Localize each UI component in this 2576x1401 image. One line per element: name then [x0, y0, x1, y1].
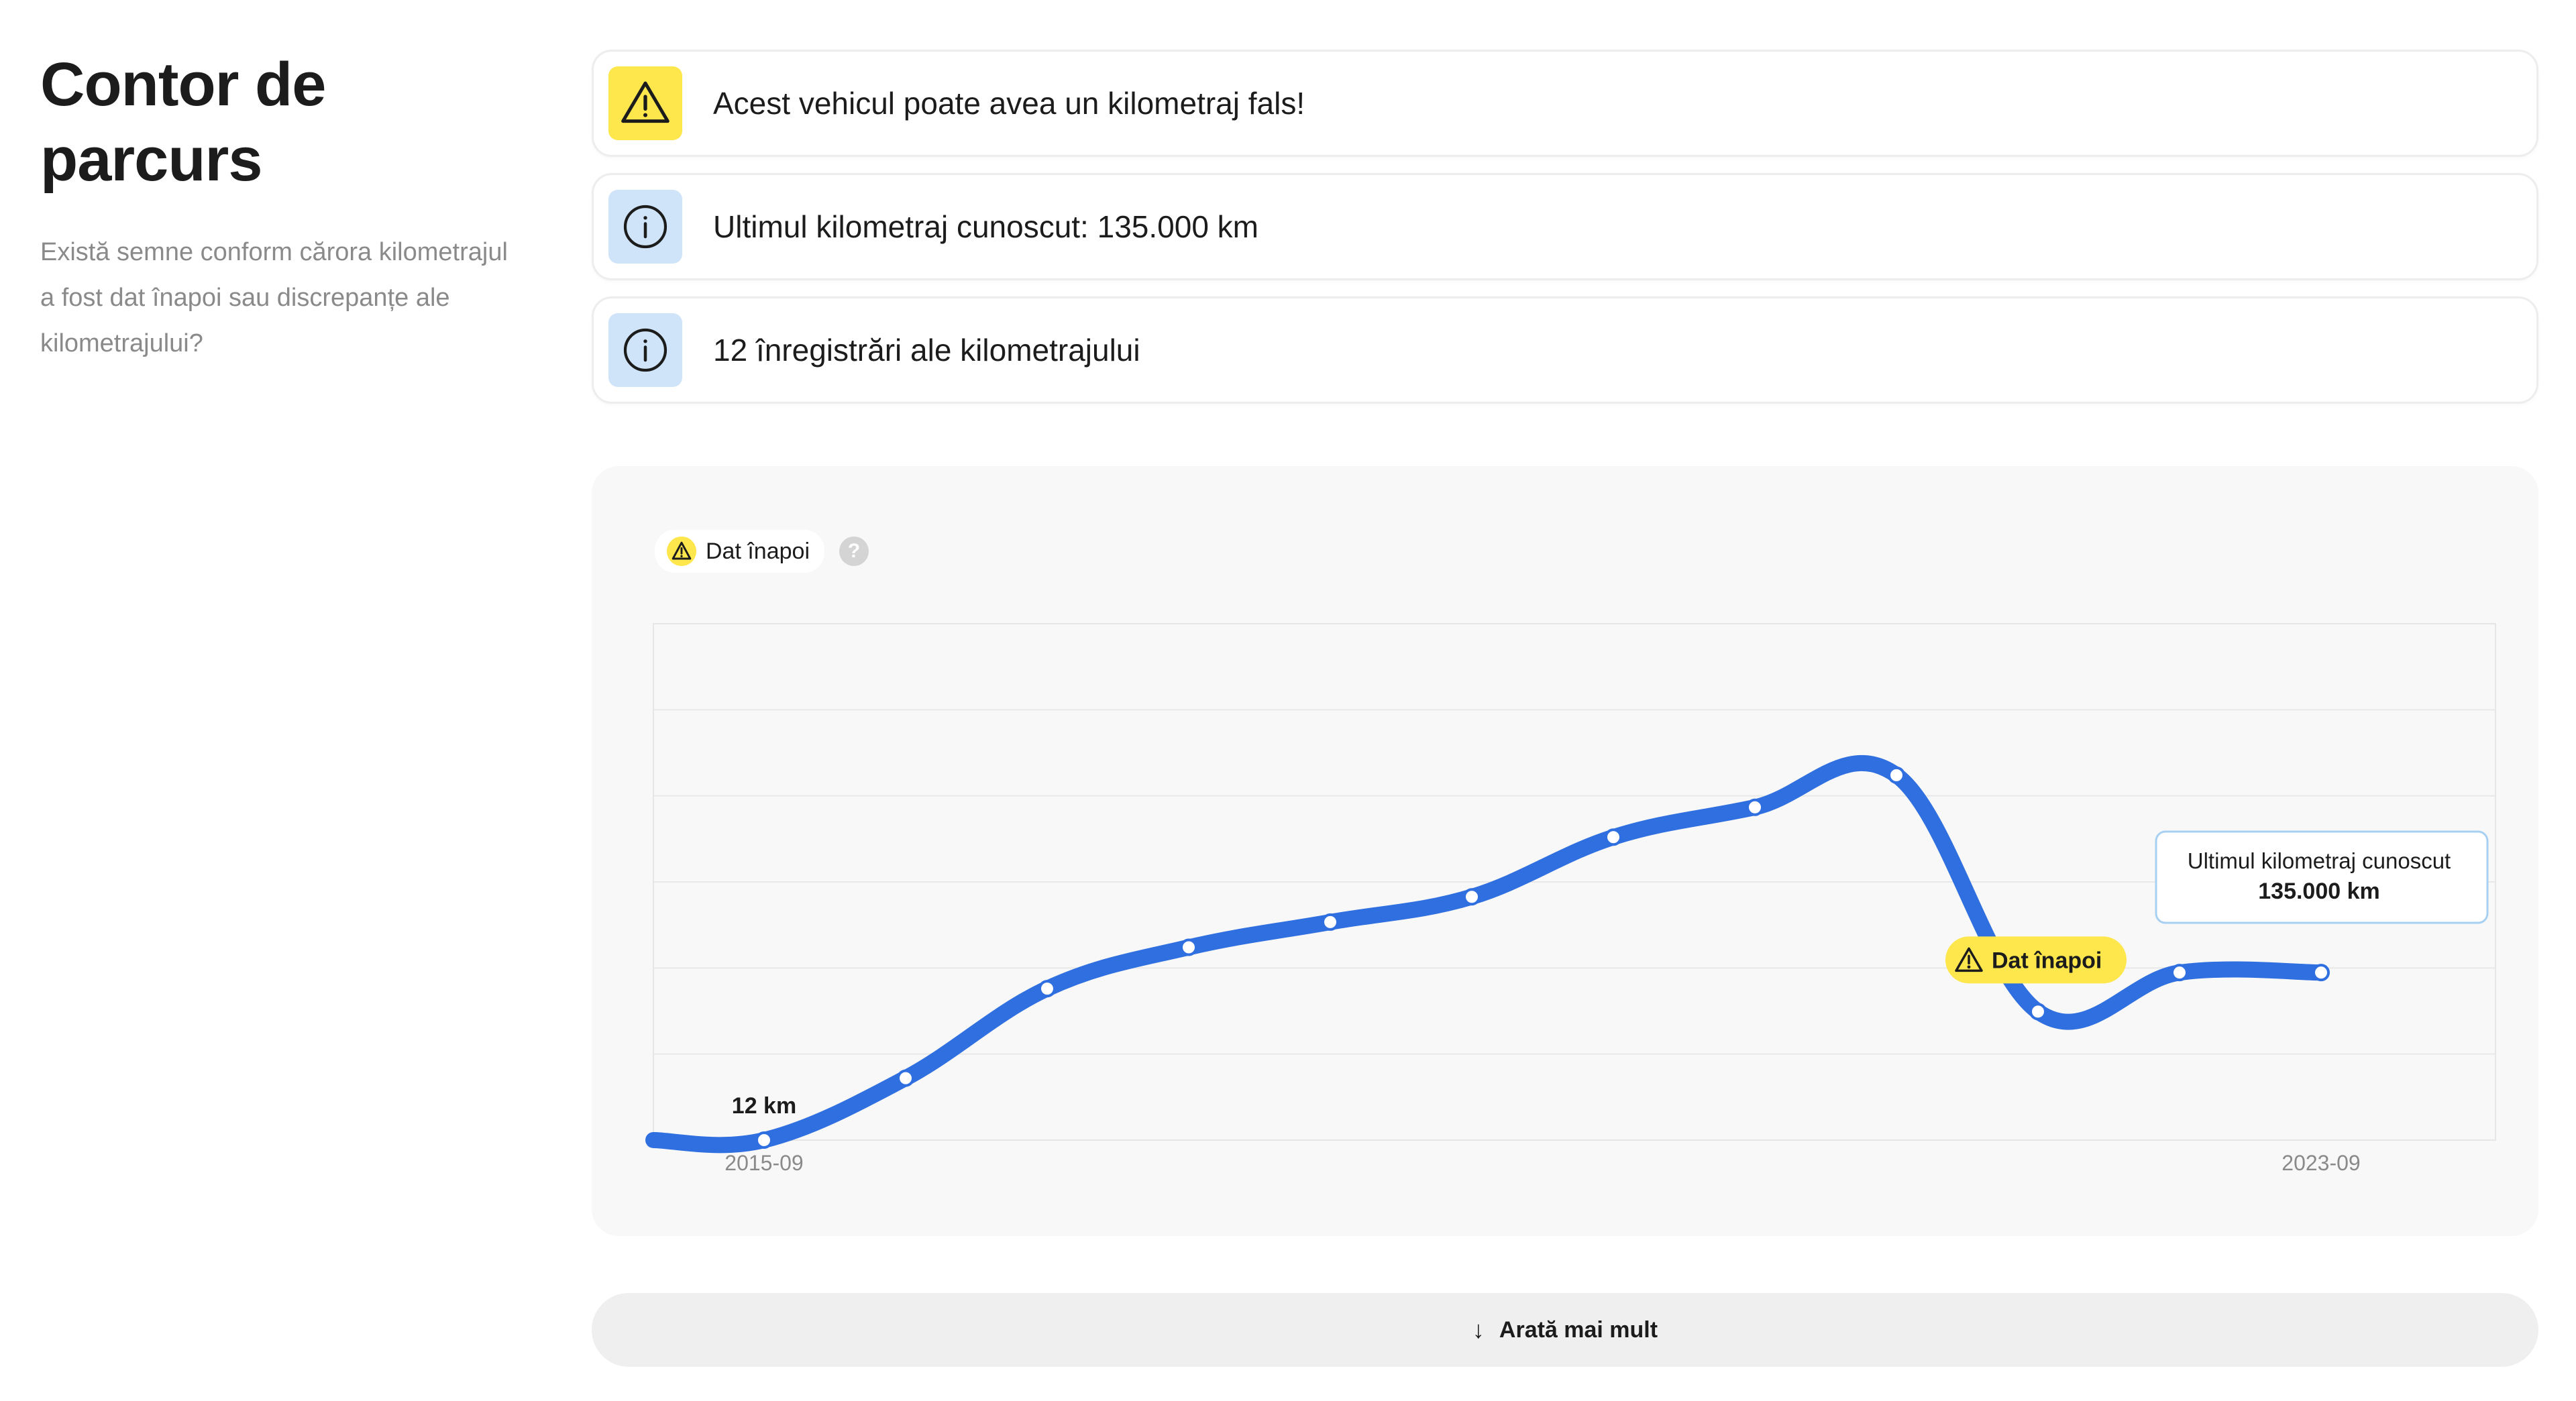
- data-point: [1322, 913, 1339, 931]
- info-circle-icon: [608, 190, 682, 264]
- data-point: [1605, 828, 1622, 846]
- help-icon[interactable]: ?: [839, 537, 869, 566]
- page-title: Contor de parcurs: [40, 50, 326, 194]
- odometer-page: Contor de parcurs Există semne conform c…: [0, 0, 2576, 1401]
- data-point: [2029, 1003, 2047, 1021]
- data-point: [1746, 798, 1764, 816]
- alert-last-known-mileage: Ultimul kilometraj cunoscut: 135.000 km: [592, 173, 2538, 280]
- data-point: [897, 1069, 914, 1087]
- data-point: [1888, 766, 1905, 784]
- alerts-list: Acest vehicul poate avea un kilometraj f…: [592, 50, 2538, 420]
- odometer-chart: 12 km 2015-09 2023-09 Dat înapoi Ultimul kil…: [645, 623, 2496, 1175]
- data-point: [2312, 964, 2330, 982]
- last-known-value: 135.000 km: [2258, 879, 2380, 904]
- legend-item-rollback: Dat înapoi: [655, 530, 824, 573]
- legend-label: Dat înapoi: [706, 538, 810, 564]
- info-circle-icon: [608, 313, 682, 387]
- data-point: [755, 1131, 773, 1149]
- show-more-button[interactable]: ↓ Arată mai mult: [592, 1293, 2538, 1367]
- alert-text: 12 înregistrări ale kilometrajului: [713, 333, 1140, 368]
- data-point: [2171, 964, 2188, 982]
- x-tick-label: 2015-09: [724, 1151, 803, 1175]
- warning-triangle-icon: [667, 537, 696, 566]
- warning-dot: [1967, 965, 1971, 969]
- x-tick-label: 2023-09: [2282, 1151, 2360, 1175]
- arrow-down-icon: ↓: [1472, 1316, 1485, 1343]
- odometer-chart-card: 12 km 2015-09 2023-09 Dat înapoi Ultimul kil…: [592, 466, 2538, 1236]
- last-known-tooltip: [2155, 830, 2489, 924]
- data-point: [1463, 888, 1481, 906]
- section-description: Există semne conform cărora kilometrajul…: [40, 238, 508, 357]
- first-point-label: 12 km: [732, 1093, 796, 1119]
- section-intro: Contor de parcurs Există semne conform c…: [40, 47, 510, 366]
- last-known-title: Ultimul kilometraj cunoscut: [2188, 848, 2451, 873]
- chart-legend: Dat înapoi ?: [655, 530, 869, 573]
- alert-text: Acest vehicul poate avea un kilometraj f…: [713, 86, 1305, 121]
- alert-fake-mileage: Acest vehicul poate avea un kilometraj f…: [592, 50, 2538, 157]
- rollback-badge-label: Dat înapoi: [1992, 948, 2102, 973]
- data-point: [1180, 938, 1197, 956]
- alert-records-count: 12 înregistrări ale kilometrajului: [592, 296, 2538, 404]
- data-point: [1038, 980, 1056, 998]
- show-more-label: Arată mai mult: [1499, 1316, 1658, 1343]
- alert-text: Ultimul kilometraj cunoscut: 135.000 km: [713, 209, 1258, 244]
- warning-triangle-icon: [608, 66, 682, 140]
